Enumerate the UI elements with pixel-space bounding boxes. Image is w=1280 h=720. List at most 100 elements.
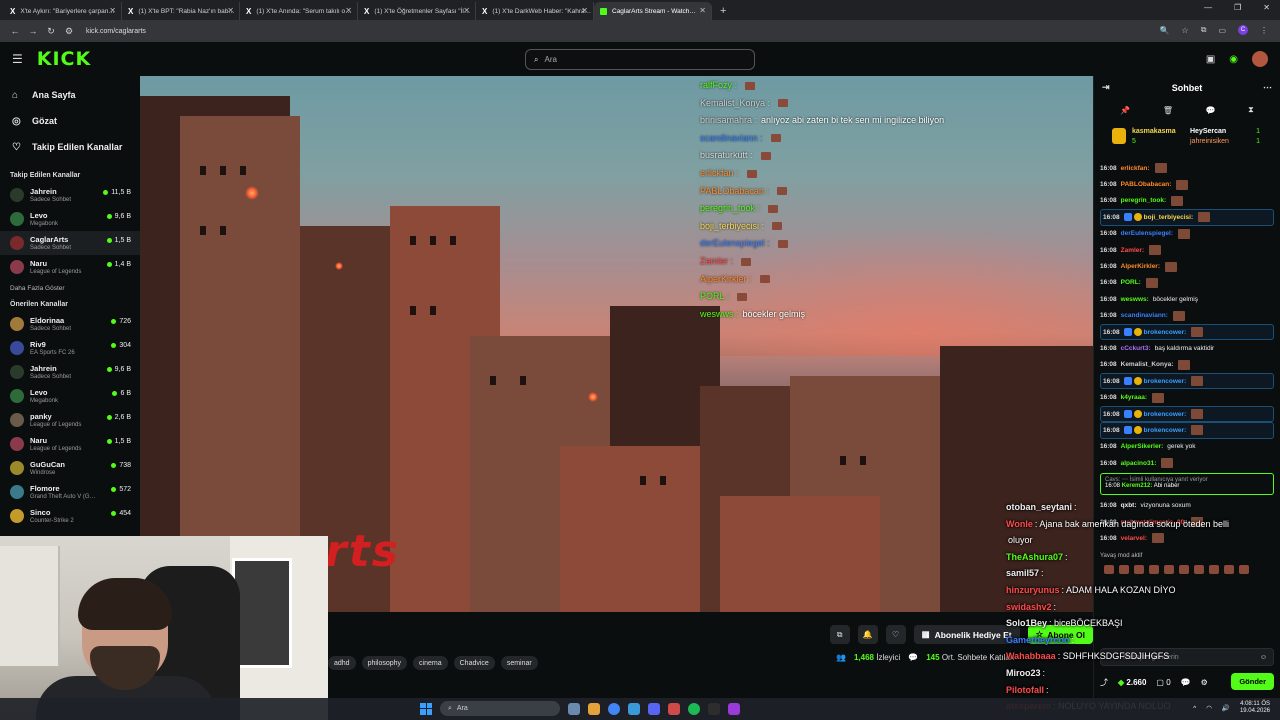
nav-browse[interactable]: ◎ Gözat	[12, 108, 140, 134]
chat-message[interactable]: 16:08 boji_terbiyecisi:	[1100, 209, 1274, 226]
pin-icon[interactable]: 📌	[1120, 106, 1130, 115]
files-icon[interactable]	[588, 702, 600, 715]
channel-item[interactable]: Sinco Counter-Strike 2 454	[0, 504, 140, 528]
message-user[interactable]: brokencower:	[1144, 411, 1187, 418]
message-user[interactable]: weswws:	[1121, 296, 1149, 303]
tag[interactable]: philosophy	[361, 656, 408, 670]
edge-icon[interactable]	[628, 702, 640, 715]
sidepanel-icon[interactable]: ▭	[1218, 26, 1226, 35]
tag[interactable]: cinema	[413, 656, 448, 670]
gift-subscription-button[interactable]: ▦ Abonelik Hediye Et	[913, 625, 1020, 644]
gifter-name[interactable]: kasmakasma	[1132, 128, 1176, 135]
chat-message[interactable]: 16:08 weswws: böcekler gelmiş	[1100, 291, 1274, 307]
chat-message[interactable]: 16:08 k4yraaa:	[1100, 389, 1274, 405]
new-tab-button[interactable]: +	[720, 2, 726, 20]
message-user[interactable]: Zamler:	[1121, 247, 1144, 254]
message-user[interactable]: erlickfan:	[1121, 165, 1150, 172]
chat-message[interactable]: 16:08 AlperKirkler:	[1100, 258, 1274, 274]
trash-icon[interactable]: 🗑	[1163, 106, 1173, 115]
chat-message[interactable]: 16:08 alpacino31:	[1100, 455, 1274, 471]
nav-following[interactable]: ♡ Takip Edilen Kanallar	[12, 134, 140, 160]
obs-icon[interactable]	[708, 702, 720, 715]
channel-item[interactable]: panky League of Legends 2,6 B	[0, 408, 140, 432]
browser-tab[interactable]: X (1) X'te DarkWeb Haber: "Kahra… ✕	[476, 2, 594, 20]
kick-logo[interactable]: KICK	[37, 48, 91, 70]
message-user[interactable]: AlperKirkler:	[1121, 263, 1160, 270]
wifi-icon[interactable]: ◠	[1206, 704, 1212, 712]
close-icon[interactable]: ✕	[345, 6, 352, 15]
browser-tab[interactable]: X (1) X'te Anında: "Serum takılı o… ✕	[240, 2, 358, 20]
follow-heart-icon[interactable]: ♡	[885, 625, 906, 644]
message-user[interactable]: AlperSikerler:	[1121, 443, 1164, 450]
channel-item[interactable]: Naru League of Legends 1,4 B	[0, 255, 140, 279]
browser-tab-active[interactable]: CaglarArts Stream - Watch… ✕	[594, 2, 712, 20]
tag[interactable]: Chadvice	[453, 656, 495, 670]
maximize-icon[interactable]: ❐	[1234, 3, 1241, 12]
channel-item[interactable]: Flomore Grand Theft Auto V (G… 572	[0, 480, 140, 504]
chat-message[interactable]: 16:08 scandinaviann:	[1100, 308, 1274, 324]
channel-item[interactable]: Jahrein Sadece Sohbet 11,5 B	[0, 183, 140, 207]
extensions-icon[interactable]: ⧉	[1201, 25, 1207, 35]
user-avatar[interactable]	[1252, 51, 1268, 67]
menu-kebab-icon[interactable]: ⋮	[1260, 26, 1268, 35]
tray-chevron-icon[interactable]: ^	[1193, 705, 1196, 712]
kick-points-icon[interactable]: ◉	[1229, 54, 1238, 65]
hourglass-icon[interactable]: ⧗	[1248, 105, 1254, 115]
browser-tab[interactable]: X X'te Aykırı: "Bariyerlere çarpan… ✕	[4, 2, 122, 20]
video-player[interactable]: ralfFozy : Kemalist_Konya : brinisamahra :…	[140, 76, 1093, 612]
url-field[interactable]: kick.com/caglararts	[86, 28, 146, 35]
channel-item[interactable]: CaglarArts Sadece Sohbet 1,5 B	[0, 231, 140, 255]
message-user[interactable]: scandinaviann:	[1121, 312, 1168, 319]
notification-bell-icon[interactable]: 🔔	[857, 625, 878, 644]
gifter-name[interactable]: HeySercan	[1190, 128, 1226, 135]
chat-message[interactable]: 16:08 brokencower:	[1100, 323, 1274, 341]
site-info-icon[interactable]: ⚙	[62, 26, 76, 37]
chat-message[interactable]: 16:08 PABLObabacan:	[1100, 176, 1274, 192]
clip-button[interactable]: ⧉	[829, 625, 850, 644]
forward-icon[interactable]: →	[26, 26, 40, 36]
close-icon[interactable]: ✕	[463, 6, 470, 15]
chat-message[interactable]: 16:08 peregrin_took:	[1100, 193, 1274, 209]
message-user[interactable]: k4yraaa:	[1121, 394, 1147, 401]
store-icon[interactable]: ▣	[1206, 54, 1215, 65]
bookmark-star-icon[interactable]: ☆	[1182, 26, 1189, 35]
message-user[interactable]: alpacino31:	[1121, 460, 1157, 467]
message-user[interactable]: brokencower:	[1144, 378, 1187, 385]
volume-icon[interactable]: 🔊	[1222, 704, 1230, 712]
zoom-icon[interactable]: 🔍	[1160, 26, 1170, 35]
chrome-icon[interactable]	[608, 702, 620, 715]
channel-item[interactable]: Jahrein Sadece Sohbet 9,6 B	[0, 360, 140, 384]
discord-icon[interactable]	[648, 702, 660, 715]
channel-item[interactable]: Levo Megabonk 6 B	[0, 384, 140, 408]
back-icon[interactable]: ←	[8, 26, 22, 36]
message-user[interactable]: brokencower:	[1144, 427, 1187, 434]
close-icon[interactable]: ✕	[581, 6, 588, 15]
chat-message[interactable]: 16:08 cCckurt3: baş kaldırma vaktidir	[1100, 340, 1274, 356]
channel-item[interactable]: Eldorinaa Sadece Sohbet 726	[0, 312, 140, 336]
chat-message[interactable]: 16:08 Kemalist_Konya:	[1100, 357, 1274, 373]
chat-message[interactable]: 16:08 brokencower:	[1100, 405, 1274, 423]
close-icon[interactable]: ✕	[109, 6, 116, 15]
close-icon[interactable]: ✕	[227, 6, 234, 15]
browser-tab[interactable]: X (1) X'te Öğretmenler Sayfası "İl… ✕	[358, 2, 476, 20]
chat-message[interactable]: 16:08 brokencower:	[1100, 422, 1274, 439]
message-user[interactable]: PABLObabacan:	[1121, 181, 1172, 188]
channel-item[interactable]: GuGuCan Windrose 738	[0, 456, 140, 480]
hamburger-menu-icon[interactable]: ☰	[12, 52, 23, 66]
browser-tab[interactable]: X (1) X'te BPT: "Rabia Naz'ın bab… ✕	[122, 2, 240, 20]
app-icon[interactable]	[668, 702, 680, 715]
message-user[interactable]: boji_terbiyecisi:	[1144, 214, 1194, 221]
minimize-icon[interactable]: —	[1204, 3, 1212, 12]
message-user[interactable]: brokencower:	[1144, 329, 1187, 336]
chat-message[interactable]: 16:08 AlperSikerler: gerek yok	[1100, 439, 1274, 455]
chat-message[interactable]: 16:08 erlickfan:	[1100, 160, 1274, 176]
chat-bubble-icon[interactable]: 💬	[1206, 106, 1216, 115]
app-icon[interactable]	[728, 702, 740, 715]
taskbar-search[interactable]: ⌕ Ara	[440, 701, 560, 716]
message-user[interactable]: Kemalist_Konya:	[1121, 361, 1174, 368]
search-input[interactable]: ⌕ Ara	[525, 49, 755, 70]
chat-message[interactable]: 16:08 derEulenspiegel:	[1100, 226, 1274, 242]
message-user[interactable]: cCckurt3:	[1121, 345, 1151, 352]
tag[interactable]: seminar	[500, 656, 538, 670]
taskview-icon[interactable]	[568, 702, 580, 715]
